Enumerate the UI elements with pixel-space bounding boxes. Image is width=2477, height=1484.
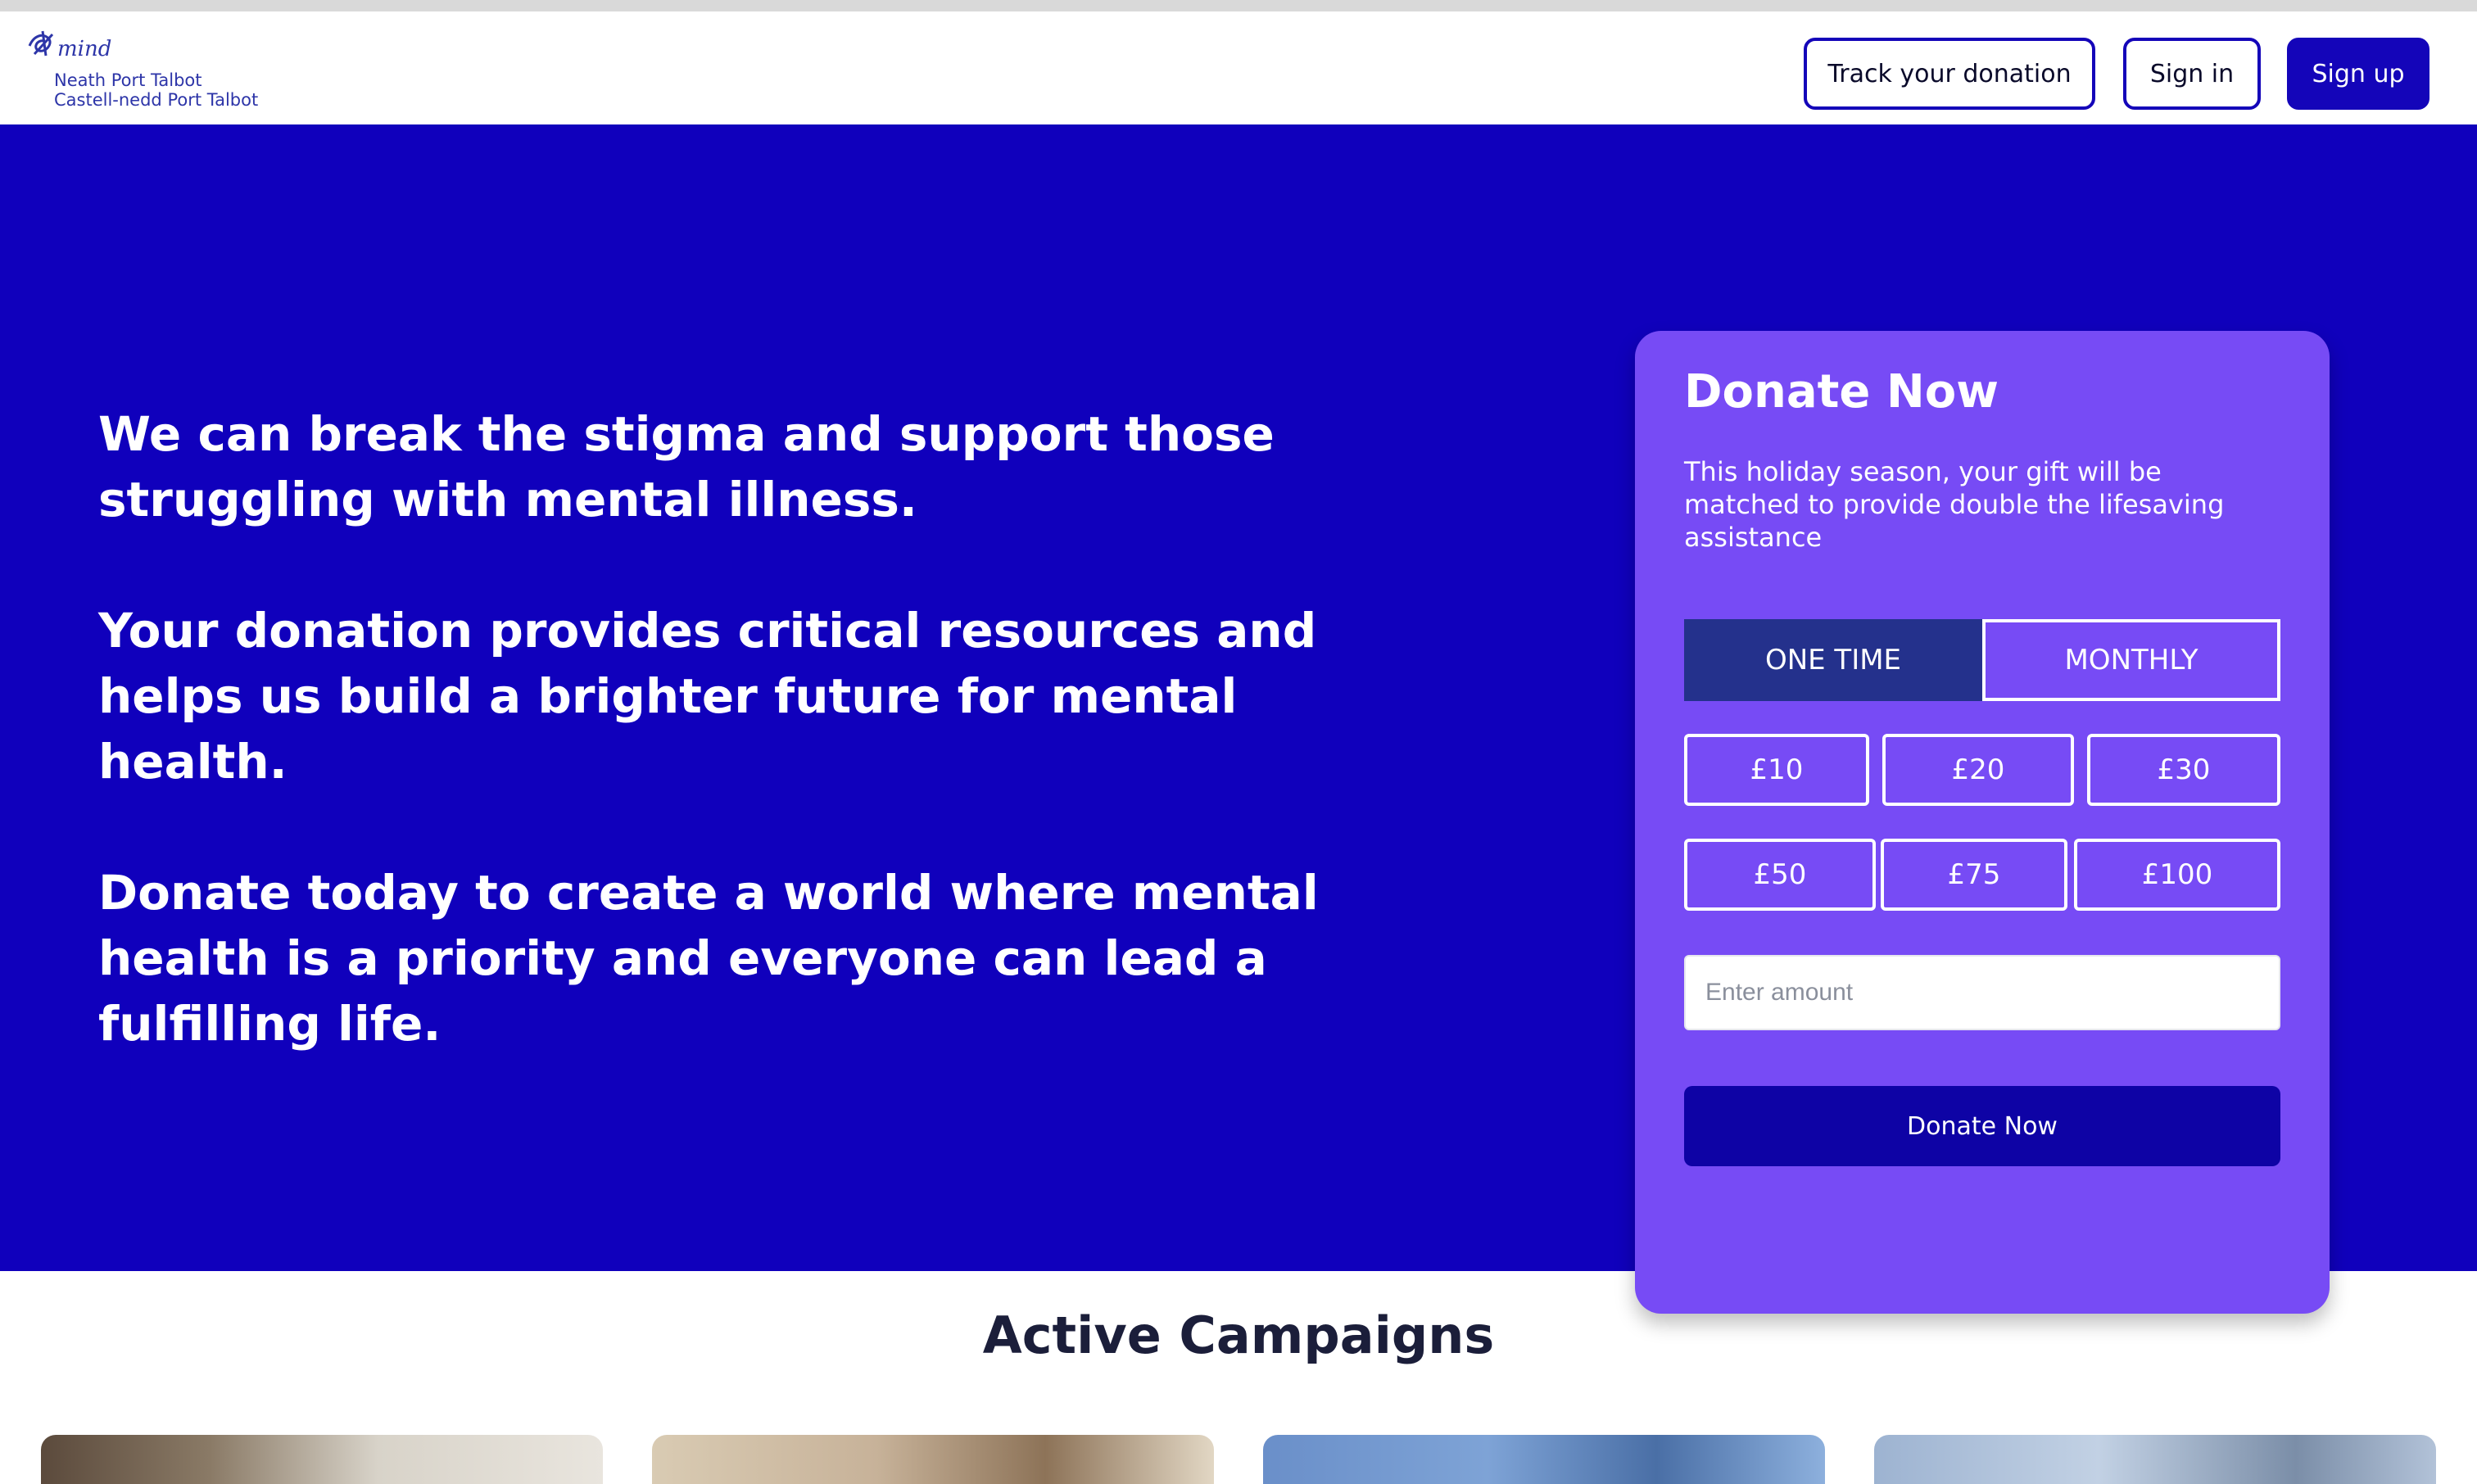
campaign-card-image[interactable] (41, 1435, 603, 1484)
amount-option-30[interactable]: £30 (2087, 734, 2280, 806)
sign-in-button[interactable]: Sign in (2123, 38, 2261, 110)
donate-card: Donate Now This holiday season, your gif… (1635, 331, 2330, 1314)
campaign-card-image[interactable] (652, 1435, 1214, 1484)
amount-option-10[interactable]: £10 (1684, 734, 1869, 806)
sign-up-button[interactable]: Sign up (2287, 38, 2429, 110)
site-logo[interactable]: mind Neath Port Talbot Castell-nedd Port… (25, 28, 270, 110)
hero-paragraph-3: Donate today to create a world where men… (98, 865, 1319, 1052)
logo-subtitle-cy: Castell-nedd Port Talbot (54, 90, 259, 110)
hero-section: We can break the stigma and support thos… (0, 124, 2477, 1314)
frequency-one-time-tab[interactable]: ONE TIME (1684, 619, 1982, 701)
campaign-card-image[interactable] (1263, 1435, 1825, 1484)
amount-option-75[interactable]: £75 (1881, 839, 2067, 911)
campaign-card-image[interactable] (1874, 1435, 2436, 1484)
svg-text:mind: mind (57, 37, 111, 61)
mind-logo-icon: mind (28, 30, 111, 61)
donate-card-title: Donate Now (1684, 365, 1999, 419)
hero-paragraph-2: Your donation provides critical resource… (98, 603, 1317, 790)
site-header: mind Neath Port Talbot Castell-nedd Port… (0, 0, 2477, 124)
custom-amount-input[interactable] (1684, 955, 2280, 1030)
active-campaigns-heading: Active Campaigns (982, 1305, 1495, 1365)
donate-now-button[interactable]: Donate Now (1684, 1086, 2280, 1166)
amount-option-100[interactable]: £100 (2074, 839, 2280, 911)
hero-paragraph-1: We can break the stigma and support thos… (98, 406, 1275, 527)
amount-option-20[interactable]: £20 (1882, 734, 2074, 806)
amount-option-50[interactable]: £50 (1684, 839, 1876, 911)
hero-message: We can break the stigma and support thos… (98, 401, 1425, 1122)
logo-subtitle-en: Neath Port Talbot (54, 70, 202, 90)
track-donation-button[interactable]: Track your donation (1804, 38, 2095, 110)
frequency-monthly-tab[interactable]: MONTHLY (1982, 619, 2280, 701)
donate-card-subtitle: This holiday season, your gift will be m… (1684, 456, 2225, 553)
